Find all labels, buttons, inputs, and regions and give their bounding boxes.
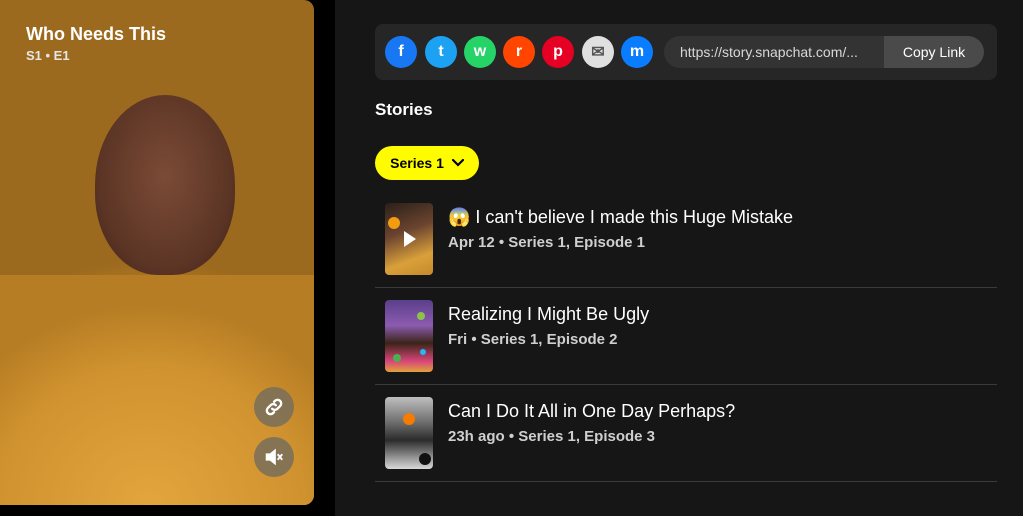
share-link-field[interactable]: https://story.snapchat.com/... Copy Link [664, 36, 984, 68]
email-icon[interactable]: ✉ [582, 36, 614, 68]
divider [375, 384, 997, 385]
story-thumbnail[interactable] [385, 300, 433, 372]
chevron-down-icon [451, 159, 464, 167]
whatsapp-icon[interactable]: w [464, 36, 496, 68]
story-thumbnail[interactable] [385, 203, 433, 275]
share-link-url[interactable]: https://story.snapchat.com/... [680, 44, 880, 60]
story-meta: Apr 12 • Series 1, Episode 1 [448, 234, 646, 251]
divider [375, 287, 997, 288]
story-title[interactable]: 😱 I can't believe I made this Huge Mista… [448, 207, 793, 228]
story-episode: Series 1, Episode 2 [480, 331, 618, 348]
share-bar: f t w r p ✉ m https://story.snapchat.com… [375, 24, 997, 80]
mute-icon [265, 448, 283, 466]
twitter-icon[interactable]: t [425, 36, 457, 68]
emoji-icon [403, 413, 431, 465]
story-date: 23h ago [448, 428, 505, 445]
emoji-icon [393, 312, 426, 362]
story-item[interactable]: Can I Do It All in One Day Perhaps? 23h … [375, 386, 997, 482]
story-episode: Series 1, Episode 1 [508, 234, 646, 251]
copy-link-video-button[interactable] [254, 387, 294, 427]
series-dropdown[interactable]: Series 1 [375, 146, 479, 180]
story-title[interactable]: Can I Do It All in One Day Perhaps? [448, 401, 735, 422]
copy-link-button[interactable]: Copy Link [884, 36, 984, 68]
divider [375, 481, 997, 482]
video-player[interactable]: Who Needs This S1 • E1 [0, 0, 314, 505]
facebook-icon[interactable]: f [385, 36, 417, 68]
story-date: Apr 12 [448, 234, 495, 251]
play-icon [388, 217, 416, 247]
story-episode: Series 1, Episode 3 [518, 428, 656, 445]
story-date: Fri [448, 331, 468, 348]
series-dropdown-label: Series 1 [390, 155, 444, 171]
story-item[interactable]: 😱 I can't believe I made this Huge Mista… [375, 192, 997, 288]
story-meta: Fri • Series 1, Episode 2 [448, 331, 618, 348]
video-episode-label: S1 • E1 [26, 48, 70, 63]
link-icon [265, 398, 283, 416]
messenger-icon[interactable]: m [621, 36, 653, 68]
story-thumbnail[interactable] [385, 397, 433, 469]
story-title[interactable]: Realizing I Might Be Ugly [448, 304, 649, 325]
pinterest-icon[interactable]: p [542, 36, 574, 68]
main-content: f t w r p ✉ m https://story.snapchat.com… [335, 0, 1023, 516]
mute-button[interactable] [254, 437, 294, 477]
stories-heading: Stories [375, 100, 433, 119]
story-meta: 23h ago • Series 1, Episode 3 [448, 428, 656, 445]
video-title: Who Needs This [26, 24, 167, 44]
story-item[interactable]: Realizing I Might Be Ugly Fri • Series 1… [375, 289, 997, 385]
reddit-icon[interactable]: r [503, 36, 535, 68]
